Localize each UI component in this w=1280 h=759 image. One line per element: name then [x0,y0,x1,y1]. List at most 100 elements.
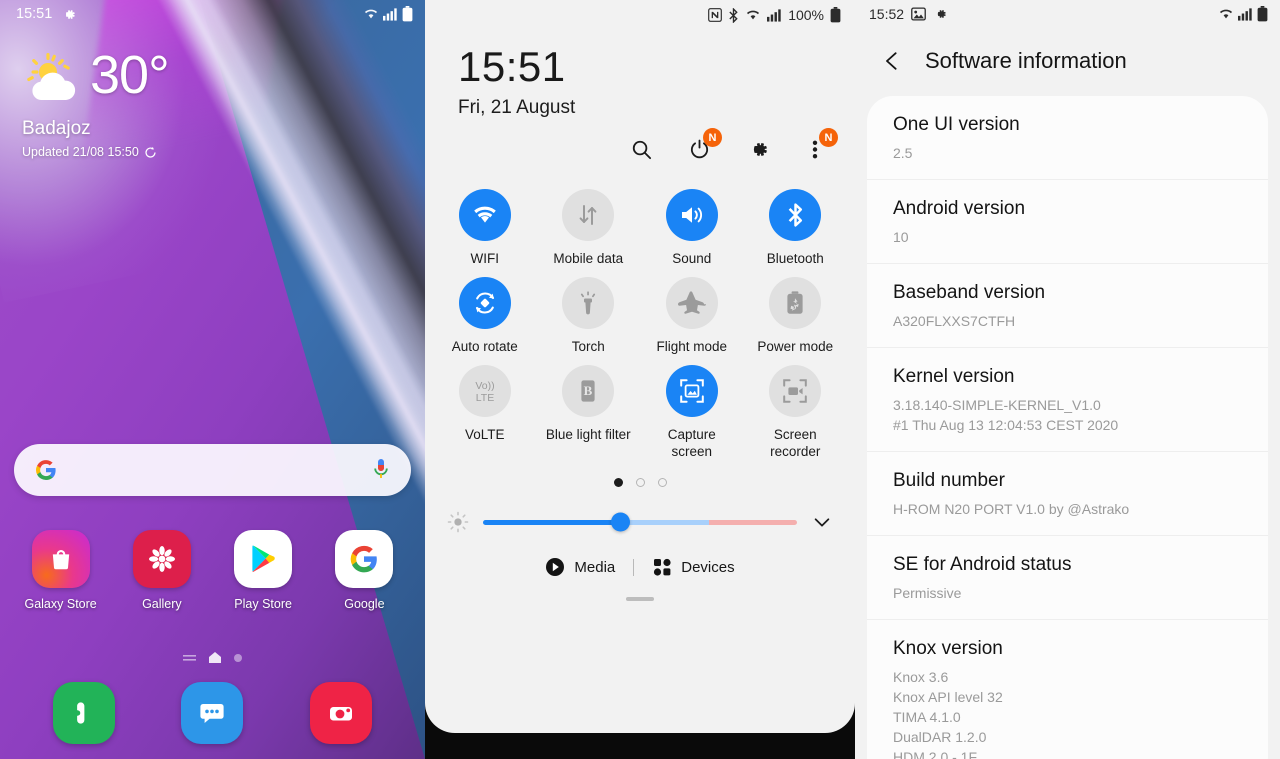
qs-clock-area: 15:51 Fri, 21 August [425,30,855,119]
torch-icon [562,277,615,329]
qs-toggle-label: Flight mode [656,339,728,354]
capture-screen-icon [665,365,718,417]
qs-drag-handle[interactable] [626,597,654,601]
qs-toggle-auto-rotate[interactable]: Auto rotate [433,267,537,355]
qs-date: Fri, 21 August [458,97,576,118]
app-label: Play Store [234,597,292,611]
quick-settings-sheet: 100% 15:51 Fri, 21 August N N WIFI Mobil… [425,0,855,733]
qs-toggle-sound[interactable]: Sound [640,179,744,267]
brightness-slider[interactable] [483,512,797,532]
camera-icon[interactable] [309,682,372,744]
qs-power-badge: N [703,128,722,147]
home-status-time: 15:51 [16,6,53,22]
home-screen-panel: 15:51 30° Badajoz Updated 21/08 15:50 Ga… [0,0,425,759]
battery-icon [830,7,841,23]
qs-search-button[interactable] [627,135,655,163]
image-icon [911,7,926,21]
play-circle-icon [546,558,565,576]
app-icon-google[interactable]: Google [318,530,410,611]
app-icon-play-store[interactable]: Play Store [217,530,309,611]
dot-icon[interactable] [234,653,242,662]
home-icon[interactable] [209,652,221,663]
item-value: 2.5 [893,145,913,161]
wifi-icon [747,10,760,20]
app-icon-galaxy-store[interactable]: Galaxy Store [15,530,107,611]
microphone-icon[interactable] [371,457,391,483]
item-value: 10 [893,229,909,245]
item-key: Knox version [893,638,1003,659]
item-key: One UI version [893,114,1020,135]
item-key: Kernel version [893,366,1015,387]
qs-toggle-torch[interactable]: Torch [537,267,641,355]
chevron-down-icon[interactable] [811,511,833,533]
qs-page-dot-active[interactable] [613,478,623,487]
wifi-icon [365,9,377,19]
weather-updated-text: Updated 21/08 15:50 [22,145,139,159]
si-status-right [1218,6,1268,22]
list-item[interactable]: One UI version 2.5 [867,96,1268,180]
qs-more-button[interactable]: N [801,128,838,163]
qs-battery-percent: 100% [788,7,824,23]
gear-icon [937,10,946,18]
qs-toggle-mobile-data[interactable]: Mobile data [537,179,641,267]
sun-behind-cloud-icon [27,53,76,100]
qs-time: 15:51 [458,43,566,90]
list-item[interactable]: Build number H-ROM N20 PORT V1.0 by @Ast… [867,452,1268,536]
qs-toggle-blue-light-filter[interactable]: B Blue light filter [537,355,641,460]
brightness-icon [447,511,469,533]
brightness-slider-thumb[interactable] [611,512,631,532]
qs-toggle-screen-recorder[interactable]: Screen recorder [744,355,848,460]
screenshot-stage: 15:51 30° Badajoz Updated 21/08 15:50 Ga… [0,0,1280,759]
list-item[interactable]: SE for Android status Permissive [867,536,1268,620]
google-search-bar[interactable] [14,444,411,496]
phone-icon[interactable] [53,682,116,744]
item-value: H-ROM N20 PORT V1.0 by @Astrako [893,501,1130,517]
bluetooth-icon [729,7,738,23]
qs-toggle-flight-mode[interactable]: Flight mode [640,267,744,355]
svg-text:LTE: LTE [476,392,494,404]
refresh-icon[interactable] [144,146,157,159]
software-information-panel: 15:52 Software information One UI versio… [855,0,1280,759]
power-mode-icon [769,277,822,329]
qs-toggle-volte[interactable]: Vo)) LTE VoLTE [433,355,537,460]
item-key: Baseband version [893,282,1046,303]
qs-toggle-wifi[interactable]: WIFI [433,179,537,267]
qs-toggle-bluetooth[interactable]: Bluetooth [744,179,848,267]
qs-page-dot[interactable] [657,478,667,487]
qs-settings-button[interactable] [743,135,771,163]
list-item[interactable]: Kernel version 3.18.140-SIMPLE-KERNEL_V1… [867,348,1268,452]
list-item[interactable]: Android version 10 [867,180,1268,264]
qs-toggle-power-mode[interactable]: Power mode [744,267,848,355]
menu-icon[interactable] [183,653,196,663]
nfc-icon [708,8,723,22]
home-status-right [363,6,413,22]
auto-rotate-icon [458,277,511,329]
home-status-bar: 15:51 [0,0,425,28]
home-page-indicator [0,652,425,663]
list-item[interactable]: Baseband version A320FLXXS7CTFH [867,264,1268,348]
qs-power-button[interactable]: N [685,128,722,163]
qs-more-badge: N [819,128,838,147]
svg-text:B: B [584,383,593,398]
qs-page-dot[interactable] [635,478,645,487]
qs-toggle-label: WIFI [470,251,500,266]
app-icon-gallery[interactable]: Gallery [116,530,208,611]
messages-icon[interactable] [181,682,244,744]
screen-recorder-icon [769,365,822,417]
qs-devices-button[interactable]: Devices [652,557,735,577]
chevron-left-icon[interactable] [881,50,903,72]
search-icon [632,140,651,159]
svg-text:Vo)): Vo)) [475,380,494,392]
item-value: Knox 3.6 Knox API level 32 TIMA 4.1.0 Du… [893,669,1003,759]
qs-toggle-capture-screen[interactable]: Capture screen [640,355,744,460]
qs-media-button[interactable]: Media [545,557,615,577]
list-item[interactable]: Knox version Knox 3.6 Knox API level 32 … [867,620,1268,759]
bluetooth-icon [769,189,822,241]
qs-toggle-label: Screen recorder [770,427,821,459]
wifi-icon [458,189,511,241]
software-info-card: One UI version 2.5 Android version 10 Ba… [867,96,1268,759]
play-store-icon [234,530,293,588]
qs-status-bar: 100% [425,0,855,30]
weather-widget[interactable]: 30° Badajoz Updated 21/08 15:50 [0,28,425,159]
qs-action-row: N N [425,119,855,163]
